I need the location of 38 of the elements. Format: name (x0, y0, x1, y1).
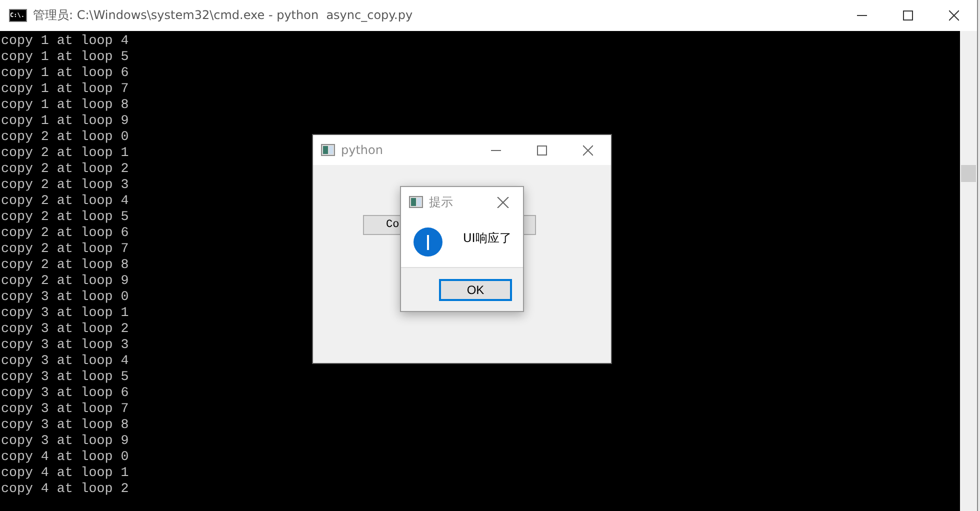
console-line: copy 3 at loop 8 (0, 417, 129, 433)
console-line: copy 4 at loop 1 (0, 465, 129, 481)
console-line: copy 1 at loop 9 (0, 113, 129, 129)
window-icon (321, 144, 335, 156)
console-line: copy 1 at loop 5 (0, 49, 129, 65)
window-icon (409, 196, 423, 208)
console-line: copy 2 at loop 7 (0, 241, 129, 257)
console-line: copy 3 at loop 0 (0, 289, 129, 305)
ok-button[interactable]: OK (439, 278, 512, 300)
console-line: copy 2 at loop 5 (0, 209, 129, 225)
console-line: copy 3 at loop 1 (0, 305, 129, 321)
console-line: copy 3 at loop 6 (0, 385, 129, 401)
console-line: copy 2 at loop 6 (0, 225, 129, 241)
console-line: copy 4 at loop 0 (0, 449, 129, 465)
info-icon (413, 227, 443, 257)
console-line: copy 2 at loop 0 (0, 129, 129, 145)
console-line: copy 3 at loop 5 (0, 369, 129, 385)
window-title: 管理员: C:\Windows\system32\cmd.exe - python async_copy.py (33, 7, 413, 24)
console-line: copy 1 at loop 4 (0, 33, 129, 49)
window-title: python (341, 143, 383, 157)
console-line: copy 2 at loop 8 (0, 257, 129, 273)
console-line: copy 2 at loop 9 (0, 273, 129, 289)
console-line: copy 2 at loop 4 (0, 193, 129, 209)
console-line: copy 3 at loop 7 (0, 401, 129, 417)
console-line: copy 1 at loop 6 (0, 65, 129, 81)
console-line: copy 3 at loop 9 (0, 433, 129, 449)
dialog-message: UI响应了 (463, 230, 512, 247)
console-line: copy 3 at loop 3 (0, 337, 129, 353)
scrollbar[interactable] (960, 31, 977, 511)
console-line: copy 3 at loop 4 (0, 353, 129, 369)
console-line: copy 1 at loop 7 (0, 81, 129, 97)
console-line: copy 2 at loop 1 (0, 145, 129, 161)
console-line: copy 3 at loop 2 (0, 321, 129, 337)
console-line: copy 1 at loop 8 (0, 97, 129, 113)
console-line: copy 2 at loop 3 (0, 177, 129, 193)
console-line: copy 2 at loop 2 (0, 161, 129, 177)
dialog-title: 提示 (429, 194, 453, 210)
console-line: copy 4 at loop 2 (0, 481, 129, 497)
